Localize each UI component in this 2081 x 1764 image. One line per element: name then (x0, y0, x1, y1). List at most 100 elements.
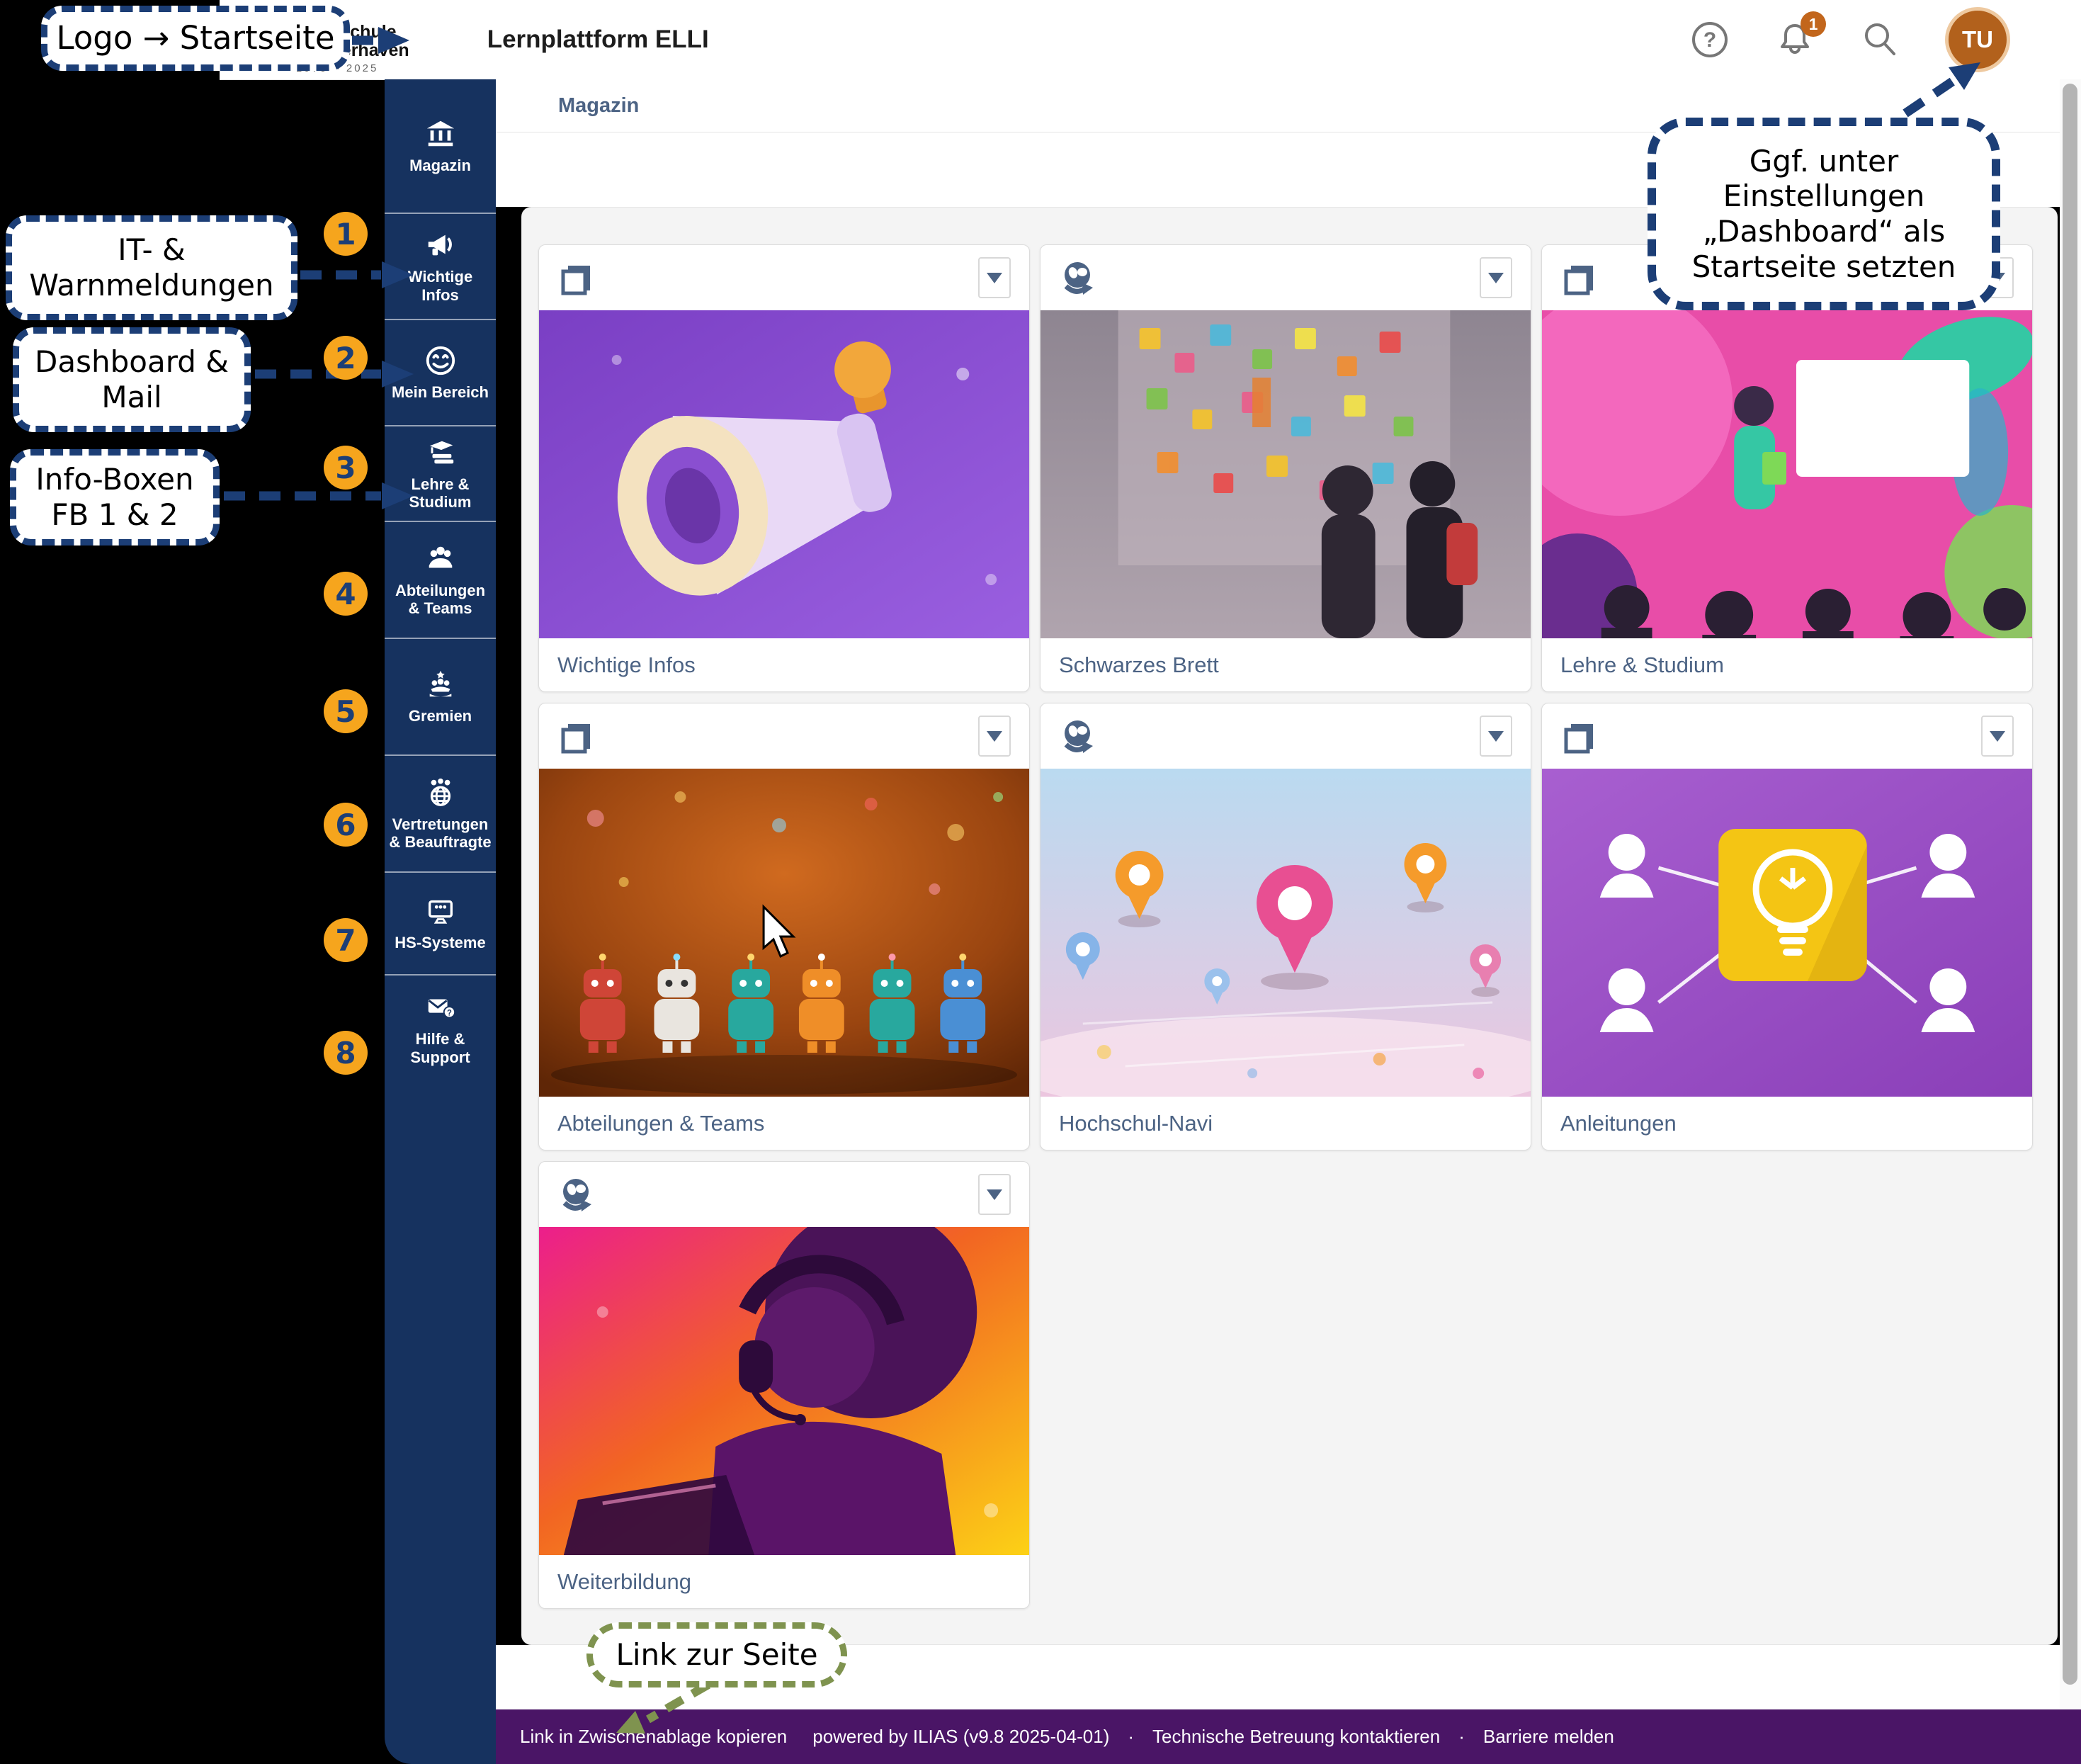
annotation-badge-6: 6 (324, 803, 368, 847)
annotation-text: Warnmeldungen (29, 268, 273, 303)
breadcrumb-magazin[interactable]: Magazin (558, 94, 639, 118)
sidebar-item-label: Wichtige Infos (388, 268, 492, 304)
globe-people-icon (424, 776, 457, 809)
card-actions-dropdown[interactable] (1480, 257, 1512, 298)
sidebar-item-abteilungen-teams[interactable]: Abteilungen & Teams (385, 522, 496, 639)
card-actions-dropdown[interactable] (1480, 716, 1512, 757)
annotation-logo-callout: Logo → Startseite (41, 6, 350, 71)
card-title[interactable]: Wichtige Infos (539, 638, 1029, 691)
annotation-badge-8: 8 (324, 1031, 368, 1075)
card-abteilungen-teams[interactable]: Abteilungen & Teams (538, 703, 1030, 1150)
weblink-icon (1059, 718, 1096, 754)
sidebar-item-wichtige-infos[interactable]: Wichtige Infos (385, 214, 496, 320)
card-image-map-pins (1040, 769, 1531, 1097)
weblink-icon (1059, 259, 1096, 296)
card-image-presentation (1542, 310, 2032, 638)
bank-icon (424, 118, 457, 150)
sidebar-item-label: Abteilungen & Teams (388, 582, 492, 618)
card-title[interactable]: Schwarzes Brett (1040, 638, 1531, 691)
card-title[interactable]: Hochschul-Navi (1040, 1097, 1531, 1150)
card-image-headphones-person (539, 1227, 1029, 1555)
notification-count-badge: 1 (1801, 11, 1826, 37)
footer-separator: · (1128, 1726, 1134, 1748)
committee-icon (424, 668, 457, 701)
card-image-pinboard (1040, 310, 1531, 638)
card-hochschul-navi[interactable]: Hochschul-Navi (1040, 703, 1531, 1150)
card-title[interactable]: Weiterbildung (539, 1555, 1029, 1608)
chevron-down-icon (1488, 731, 1504, 742)
search-icon (1860, 20, 1900, 60)
sidebar-item-label: Magazin (409, 157, 471, 174)
footer-report-barrier-link[interactable]: Barriere melden (1483, 1726, 1614, 1748)
sidebar-item-gremien[interactable]: Gremien (385, 639, 496, 756)
annotation-text: Dashboard & (35, 344, 229, 380)
annotation-text: Startseite setzten (1692, 249, 1956, 285)
chevron-down-icon (987, 273, 1002, 283)
card-image-lightbulb (1542, 769, 2032, 1097)
card-weiterbildung[interactable]: Weiterbildung (538, 1161, 1030, 1609)
graduation-books-icon (424, 436, 457, 469)
sidebar-item-hilfe-support[interactable]: ? Hilfe & Support (385, 976, 496, 1082)
footer-separator: · (1458, 1726, 1465, 1748)
annotation-text: FB 1 & 2 (51, 497, 178, 533)
annotation-text: Einstellungen (1723, 179, 1925, 214)
card-title[interactable]: Lehre & Studium (1542, 638, 2032, 691)
people-group-icon (424, 543, 457, 575)
footer: Link in Zwischenablage kopieren powered … (496, 1709, 2081, 1764)
help-icon: ? (1690, 20, 1730, 60)
user-avatar[interactable]: TU (1945, 7, 2010, 72)
help-button[interactable]: ? (1690, 20, 1730, 60)
avatar-initials: TU (1962, 26, 1993, 53)
sidebar-item-label: HS-Systeme (395, 934, 485, 951)
card-actions-dropdown[interactable] (978, 1174, 1011, 1215)
card-anleitungen[interactable]: Anleitungen (1541, 703, 2033, 1150)
card-schwarzes-brett[interactable]: Schwarzes Brett (1040, 244, 1531, 692)
annotation-text: Logo → Startseite (56, 19, 334, 57)
annotation-text: IT- & (118, 232, 185, 268)
sidebar-item-mein-bereich[interactable]: Mein Bereich (385, 320, 496, 426)
annotation-it-warnmeldungen-callout: IT- & Warnmeldungen (6, 215, 297, 320)
app-header: 50 Hochschule Bremerhaven 1975 – 2025 Le… (220, 0, 2081, 80)
search-button[interactable] (1860, 20, 1900, 60)
page-title: Lernplattform ELLI (487, 26, 709, 54)
scrollbar-thumb[interactable] (2063, 84, 2077, 1685)
chevron-down-icon (1990, 731, 2005, 742)
megaphone-icon (424, 229, 457, 261)
card-actions-dropdown[interactable] (978, 257, 1011, 298)
sidebar-item-label: Gremien (409, 707, 472, 725)
folder-icon (557, 259, 594, 296)
card-actions-dropdown[interactable] (978, 716, 1011, 757)
sidebar-item-label: Lehre & Studium (388, 475, 492, 511)
sidebar-item-lehre-studium[interactable]: Lehre & Studium (385, 426, 496, 522)
sidebar-item-vertretungen-beauftragte[interactable]: Vertretungen & Beauftragte (385, 756, 496, 873)
folder-icon (1560, 259, 1597, 296)
mail-question-icon: ? (424, 991, 457, 1024)
footer-powered-by[interactable]: powered by ILIAS (v9.8 2025-04-01) (812, 1726, 1109, 1748)
sidebar-item-magazin[interactable]: Magazin (385, 79, 496, 214)
notifications-button[interactable]: 1 (1775, 20, 1815, 60)
annotation-badge-5: 5 (324, 689, 368, 733)
annotation-dashboard-mail-callout: Dashboard & Mail (13, 327, 251, 432)
annotation-badge-3: 3 (324, 446, 368, 490)
repository-tile-grid: Wichtige Infos (538, 244, 2033, 1609)
scrollbar-track[interactable] (2060, 79, 2081, 1709)
annotation-link-zur-seite-callout: Link zur Seite (586, 1622, 847, 1687)
footer-contact-link[interactable]: Technische Betreuung kontaktieren (1152, 1726, 1440, 1748)
card-image-megaphone (539, 310, 1029, 638)
annotation-text: Ggf. unter (1750, 144, 1898, 179)
sidebar-item-label: Vertretungen & Beauftragte (388, 815, 492, 852)
sidebar-item-hs-systeme[interactable]: HS-Systeme (385, 873, 496, 976)
annotation-infoboxen-callout: Info-Boxen FB 1 & 2 (10, 449, 220, 545)
card-actions-dropdown[interactable] (1981, 716, 2014, 757)
annotation-text: Mail (101, 380, 161, 415)
card-lehre-studium[interactable]: Lehre & Studium (1541, 244, 2033, 692)
annotated-screenshot: 50 Hochschule Bremerhaven 1975 – 2025 Le… (0, 0, 2081, 1764)
weblink-icon (557, 1176, 594, 1213)
footer-copy-link[interactable]: Link in Zwischenablage kopieren (520, 1726, 787, 1748)
card-title[interactable]: Abteilungen & Teams (539, 1097, 1029, 1150)
card-wichtige-infos[interactable]: Wichtige Infos (538, 244, 1030, 692)
annotation-badge-4: 4 (324, 572, 368, 616)
card-title[interactable]: Anleitungen (1542, 1097, 2032, 1150)
annotation-dashboard-startseite-callout: Ggf. unter Einstellungen „Dashboard“ als… (1648, 118, 2000, 310)
annotation-badge-1: 1 (324, 212, 368, 256)
